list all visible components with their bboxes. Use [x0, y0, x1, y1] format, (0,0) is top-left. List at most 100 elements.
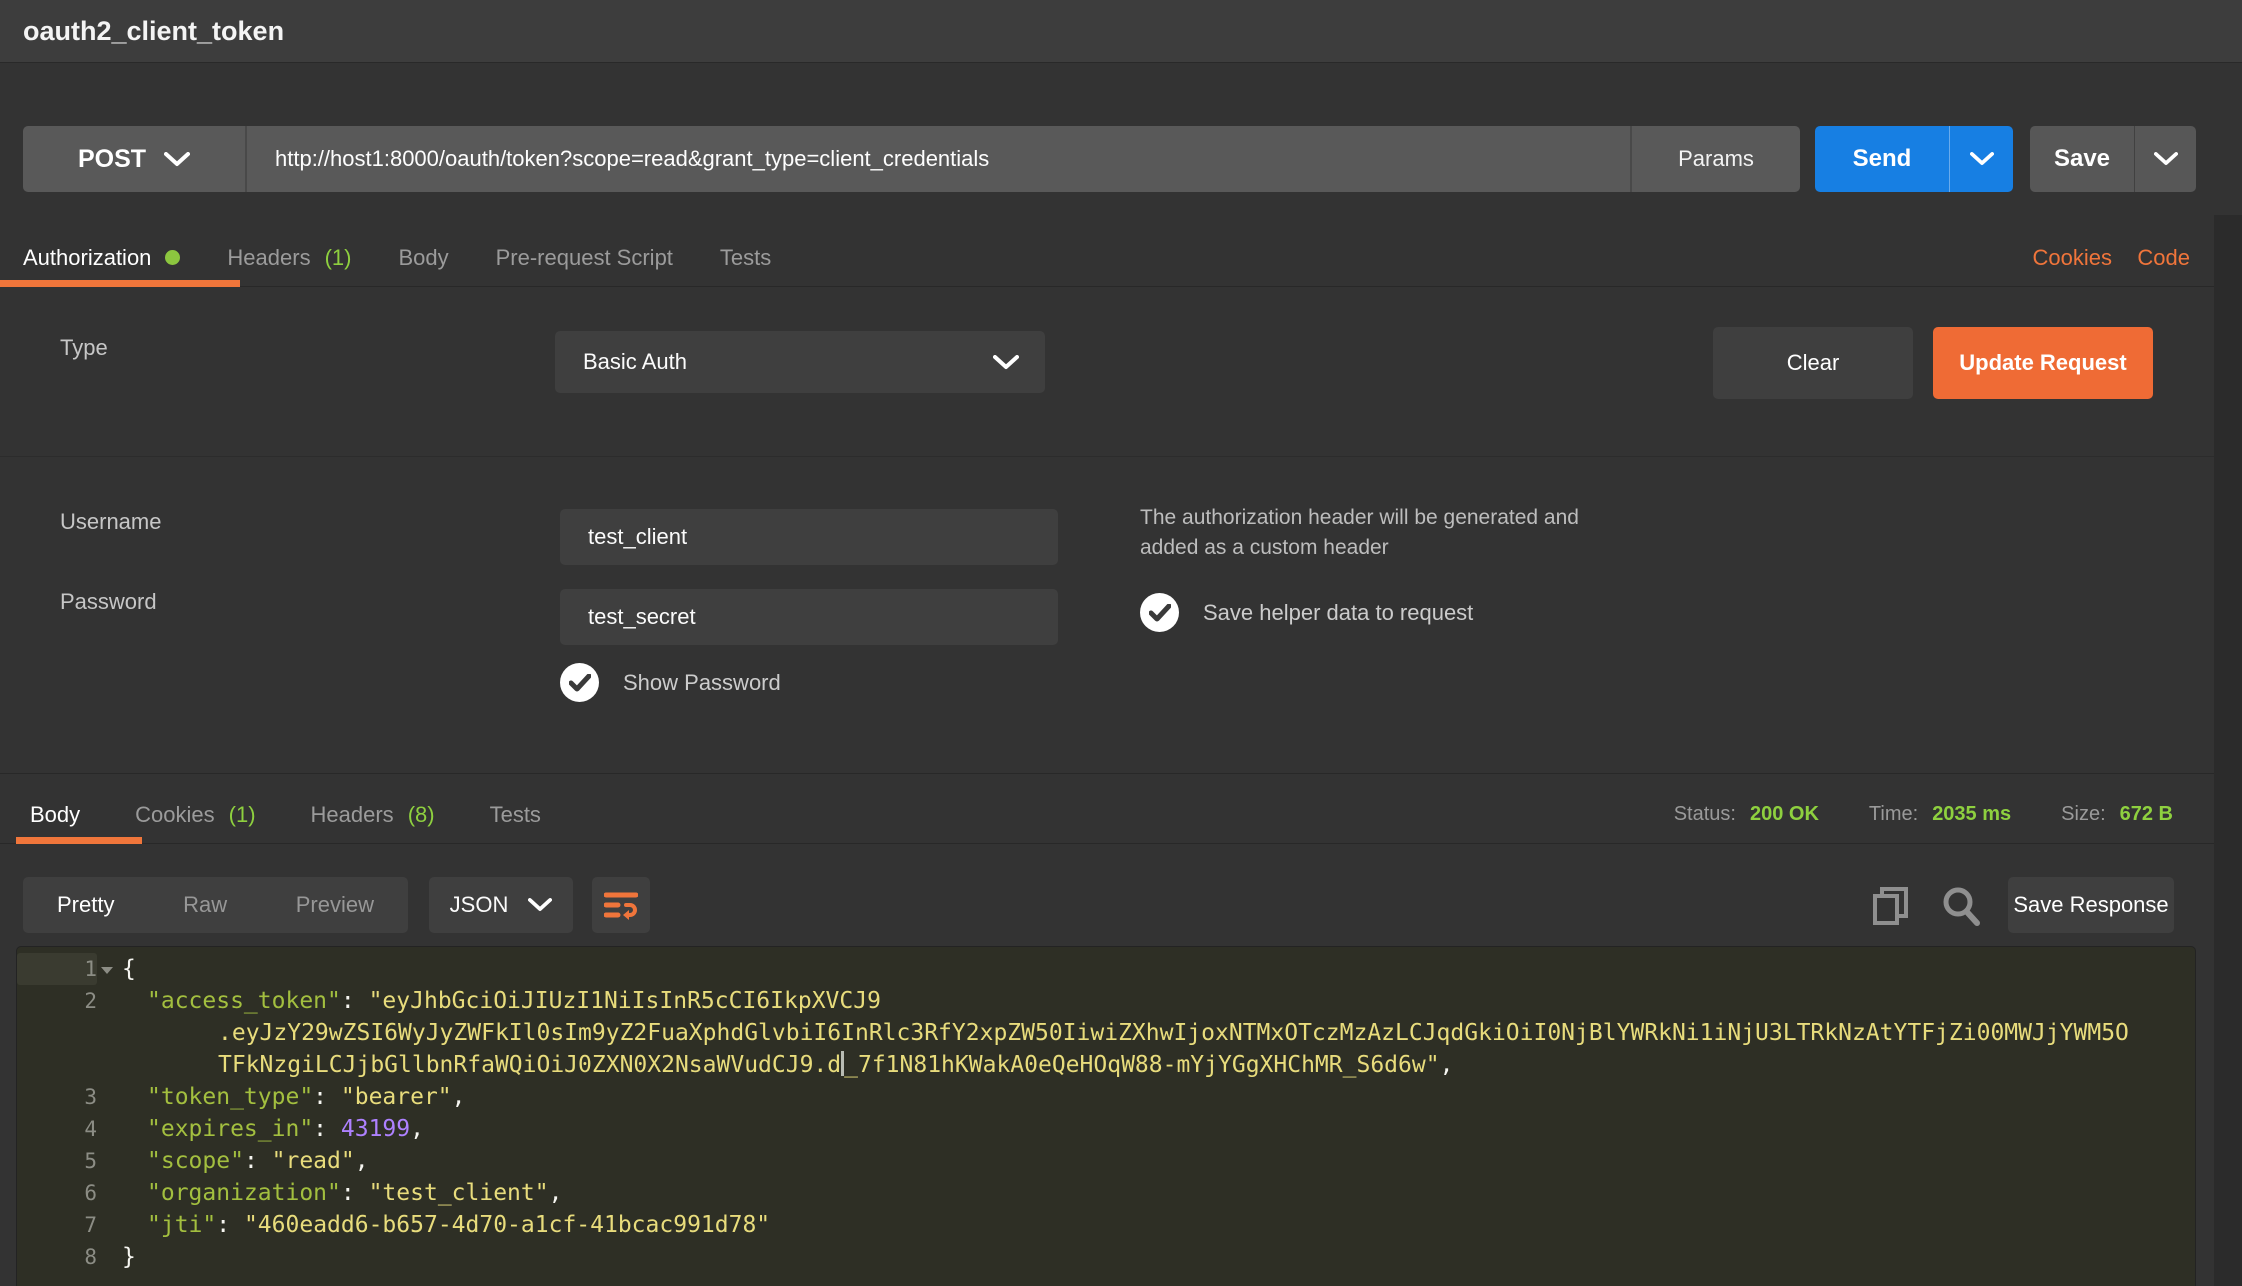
copy-icon: [1872, 886, 1910, 926]
code-segment: :: [244, 1148, 272, 1174]
save-button[interactable]: Save: [2030, 126, 2134, 192]
code-segment: "test_client": [369, 1180, 549, 1206]
send-options-button[interactable]: [1949, 126, 2013, 192]
collapse-caret-icon[interactable]: [101, 967, 113, 974]
code-segment: ,: [410, 1116, 424, 1142]
chevron-down-icon: [528, 898, 552, 912]
code-segment: :: [313, 1116, 341, 1142]
chevron-down-icon: [2154, 152, 2178, 166]
url-input[interactable]: http://host1:8000/oauth/token?scope=read…: [247, 126, 1630, 192]
response-meta: Status: 200 OK Time: 2035 ms Size: 672 B: [1674, 786, 2173, 843]
save-response-button[interactable]: Save Response: [2008, 877, 2174, 933]
update-request-button[interactable]: Update Request: [1933, 327, 2153, 399]
tab-headers[interactable]: Headers (1): [227, 245, 351, 271]
divider: [0, 456, 2242, 457]
username-field[interactable]: test_client: [560, 509, 1058, 565]
code-line: TFkNzgiLCJjbGllbnRfaWQiOiJ0ZXN0X2NsaWVud…: [17, 1049, 2195, 1081]
search-icon: [1941, 886, 1981, 926]
params-button[interactable]: Params: [1630, 126, 1800, 192]
tab-label: Headers: [227, 245, 310, 271]
tab-tests[interactable]: Tests: [720, 245, 771, 271]
code-segment: "bearer": [341, 1084, 452, 1110]
scrollbar-track[interactable]: [2214, 215, 2242, 1286]
view-mode-pretty[interactable]: Pretty: [57, 892, 114, 918]
time-value: 2035 ms: [1932, 803, 2011, 826]
code-lines: 1 {2 "access_token": "eyJhbGciOiJIUzI1NiIs…: [17, 953, 2195, 1273]
show-password-checkbox[interactable]: Show Password: [560, 663, 781, 702]
cookies-link[interactable]: Cookies: [2033, 229, 2112, 286]
tab-label: Authorization: [23, 245, 151, 271]
code-line: 7"jti": "460eadd6-b657-4d70-a1cf-41bcac9…: [17, 1209, 2195, 1241]
wrap-text-button[interactable]: [592, 877, 650, 933]
tab-label: Body: [398, 245, 448, 271]
code-segment: ,: [452, 1084, 466, 1110]
code-segment: .eyJzY29wZSI6WyJyZWFkIl0sIm9yZ2FuaXphdGl…: [218, 1020, 2129, 1046]
response-toolbar: Pretty Raw Preview JSON: [0, 877, 2242, 933]
clear-button[interactable]: Clear: [1713, 327, 1913, 399]
tab-pre-request-script[interactable]: Pre-request Script: [496, 245, 673, 271]
line-number: [17, 1049, 97, 1081]
line-number: [17, 1017, 97, 1049]
auth-type-select[interactable]: Basic Auth: [555, 331, 1045, 393]
code-segment: "read": [272, 1148, 355, 1174]
url-text: http://host1:8000/oauth/token?scope=read…: [275, 146, 989, 172]
code-segment: "token_type": [147, 1084, 313, 1110]
password-field[interactable]: test_secret: [560, 589, 1058, 645]
save-options-button[interactable]: [2134, 126, 2196, 192]
line-number: 8: [17, 1241, 97, 1273]
format-select[interactable]: JSON: [429, 877, 573, 933]
response-tab-tests[interactable]: Tests: [490, 802, 541, 828]
checkbox-checked-icon: [1140, 593, 1179, 632]
code-segment: "scope": [147, 1148, 244, 1174]
line-number: 2: [17, 985, 97, 1017]
method-dropdown[interactable]: POST: [23, 126, 247, 192]
code-segment: :: [216, 1212, 244, 1238]
method-label: POST: [78, 145, 146, 174]
send-button[interactable]: Send: [1815, 126, 1949, 192]
view-mode-raw[interactable]: Raw: [183, 892, 227, 918]
wrap-text-icon: [604, 890, 638, 920]
line-number: 7: [17, 1209, 97, 1241]
username-label: Username: [60, 509, 161, 535]
params-label: Params: [1678, 146, 1754, 172]
chevron-down-icon: [993, 355, 1045, 370]
type-label: Type: [60, 335, 108, 361]
tab-count: (1): [229, 802, 256, 828]
code-line: 2 "access_token": "eyJhbGciOiJIUzI1NiIsIn…: [17, 985, 2195, 1017]
send-label: Send: [1853, 145, 1912, 173]
tab-label: Cookies: [135, 802, 214, 828]
search-response-button[interactable]: [1940, 885, 1982, 927]
view-mode-preview[interactable]: Preview: [296, 892, 374, 918]
response-tab-headers[interactable]: Headers (8): [311, 802, 435, 828]
tab-label: Pre-request Script: [496, 245, 673, 271]
line-number: 1: [17, 953, 97, 985]
line-number: 3: [17, 1081, 97, 1113]
save-helper-checkbox[interactable]: Save helper data to request: [1140, 593, 1473, 632]
clear-label: Clear: [1787, 350, 1840, 376]
code-segment: :: [341, 988, 369, 1014]
line-number: 4: [17, 1113, 97, 1145]
save-helper-label: Save helper data to request: [1203, 600, 1473, 626]
save-response-label: Save Response: [2013, 892, 2168, 918]
authorization-panel: Type Basic Auth Clear Update Request Use…: [0, 287, 2242, 774]
tab-label: Headers: [311, 802, 394, 828]
code-segment: "eyJhbGciOiJIUzI1NiIsInR5cCI6IkpXVCJ9: [369, 988, 881, 1014]
code-segment: {: [122, 956, 136, 982]
code-segment: "access_token": [147, 988, 341, 1014]
code-segment: "organization": [147, 1180, 341, 1206]
tab-authorization[interactable]: Authorization: [23, 245, 180, 271]
code-link[interactable]: Code: [2137, 229, 2190, 286]
tab-body[interactable]: Body: [398, 245, 448, 271]
response-tab-body[interactable]: Body: [30, 802, 80, 828]
response-tab-cookies[interactable]: Cookies (1): [135, 802, 255, 828]
tab-label: Tests: [490, 802, 541, 828]
view-mode-switch: Pretty Raw Preview: [23, 877, 408, 933]
tab-label: Body: [30, 802, 80, 828]
code-line: .eyJzY29wZSI6WyJyZWFkIl0sIm9yZ2FuaXphdGl…: [17, 1017, 2195, 1049]
code-segment: TFkNzgiLCJjbGllbnRfaWQiOiJ0ZXN0X2NsaWVud…: [218, 1052, 841, 1078]
response-body-viewer[interactable]: 1 {2 "access_token": "eyJhbGciOiJIUzI1NiIs…: [16, 946, 2196, 1286]
code-line: 4"expires_in": 43199,: [17, 1113, 2195, 1145]
copy-response-button[interactable]: [1870, 885, 1912, 927]
active-tab-underline: [16, 837, 142, 844]
line-number: 6: [17, 1177, 97, 1209]
